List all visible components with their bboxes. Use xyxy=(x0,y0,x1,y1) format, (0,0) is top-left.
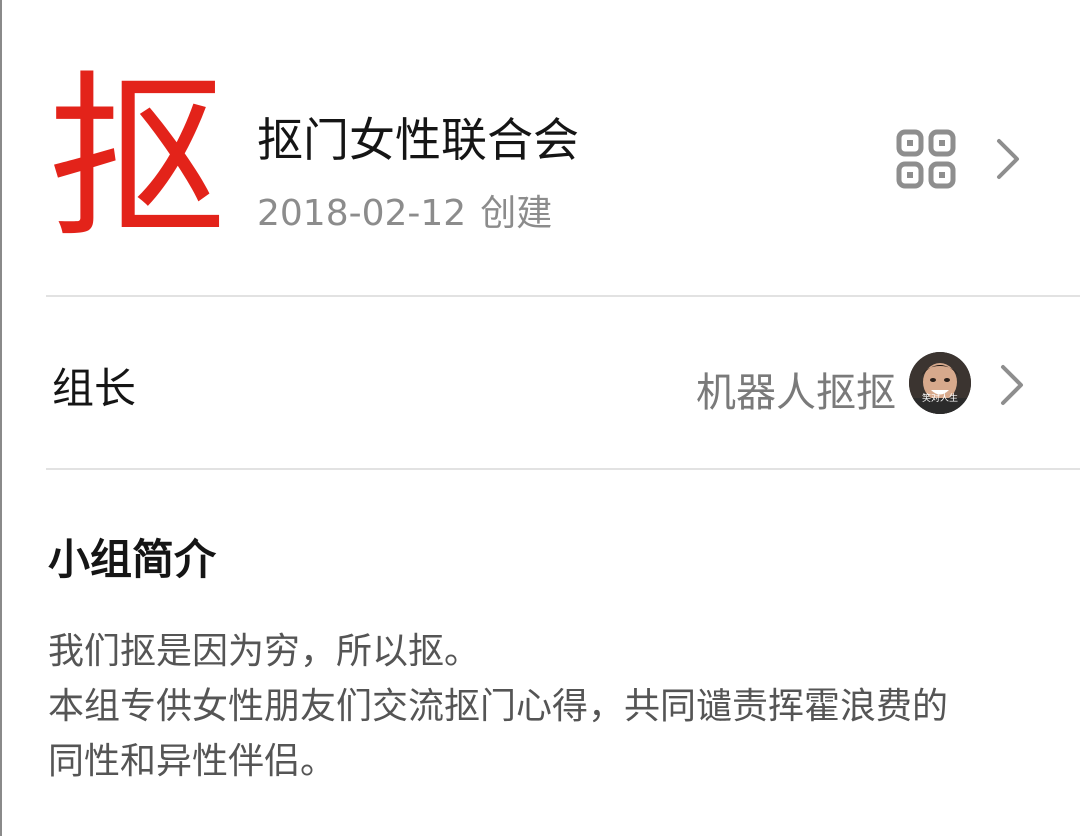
intro-line: 同性和异性伴侣。 xyxy=(48,741,337,782)
qr-code-icon xyxy=(896,129,956,189)
qr-code-button[interactable] xyxy=(896,122,1036,196)
group-title: 抠门女性联合会 xyxy=(257,113,579,167)
owner-chevron-right-icon xyxy=(1001,365,1023,405)
intro-text: 我们抠是因为穷，所以抠。 本组专供女性朋友们交流抠门心得，共同谴责挥霍浪费的 同… xyxy=(48,624,1058,789)
owner-name: 机器人抠抠 xyxy=(696,370,896,416)
owner-label: 组长 xyxy=(52,364,137,413)
avatar-caption: 笑对人生 xyxy=(921,394,958,404)
intro-section-title: 小组简介 xyxy=(48,535,217,584)
owner-row[interactable]: 组长 机器人抠抠 笑对人生 xyxy=(0,300,1080,468)
avatar[interactable]: 笑对人生 xyxy=(909,352,971,414)
intro-line: 本组专供女性朋友们交流抠门心得，共同谴责挥霍浪费的 xyxy=(48,686,949,727)
group-info-page: 抠 抠门女性联合会 2018-02-12 创建 组长 机器人抠抠 笑对人生 小组… xyxy=(0,0,1080,836)
divider-bottom xyxy=(46,468,1080,470)
intro-line: 我们抠是因为穷，所以抠。 xyxy=(48,631,481,672)
group-logo-char: 抠 xyxy=(48,64,226,254)
group-logo: 抠 xyxy=(44,64,230,254)
qr-chevron-right-icon xyxy=(997,139,1019,179)
created-label: 创建 xyxy=(480,193,553,234)
created-date: 2018-02-12 xyxy=(257,193,467,234)
created-info: 2018-02-12 创建 xyxy=(257,184,552,236)
avatar-face-image xyxy=(909,352,971,414)
divider-top xyxy=(46,295,1080,297)
